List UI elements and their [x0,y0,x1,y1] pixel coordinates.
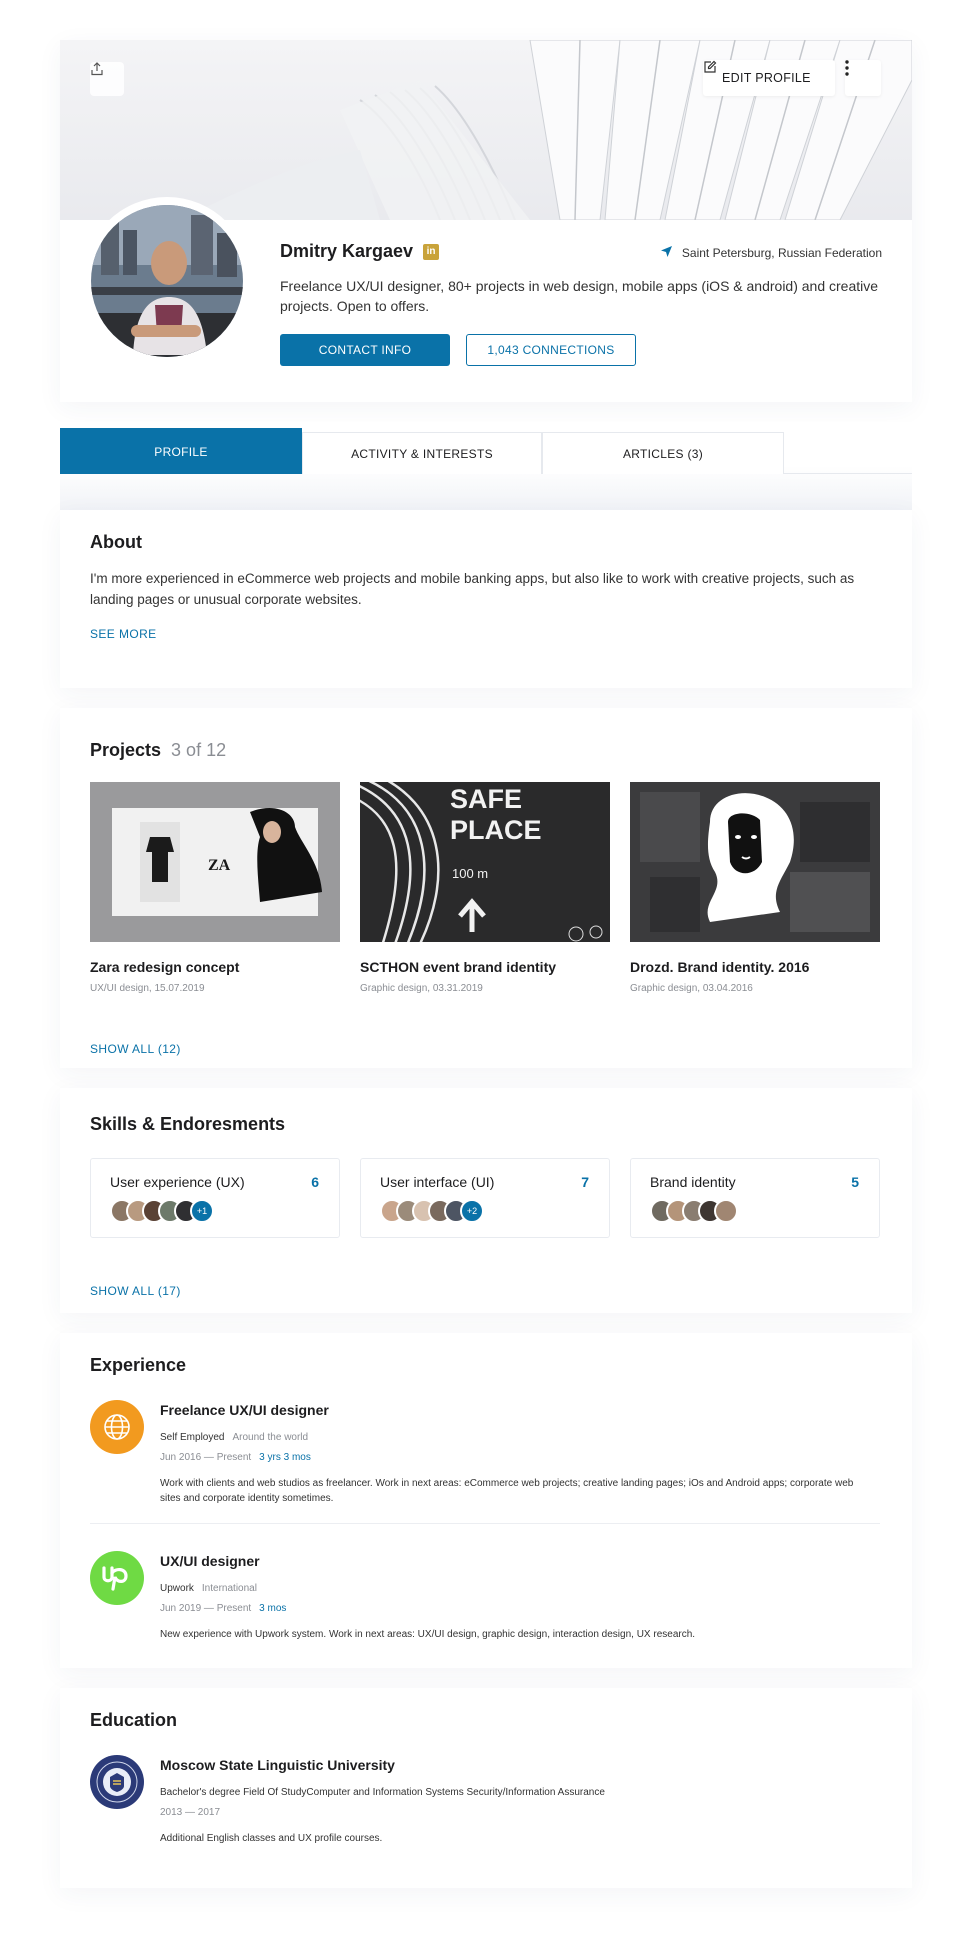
edit-profile-button[interactable]: EDIT PROFILE [703,60,835,96]
job-dates: Jun 2016 — Present 3 yrs 3 mos [160,1452,311,1463]
project-title[interactable]: Drozd. Brand identity. 2016 [630,959,880,975]
skill-name: Brand identity [650,1174,736,1190]
project-title[interactable]: Zara redesign concept [90,959,340,975]
more-options-button[interactable] [845,60,881,96]
skills-list: User experience (UX) 6 +1 User interface… [90,1158,880,1238]
job-place: International [201,1583,257,1594]
projects-count: 3 of 12 [171,740,227,760]
edit-profile-label: EDIT PROFILE [722,71,811,85]
job-dates: Jun 2019 — Present 3 mos [160,1603,286,1614]
job-duration: 3 yrs 3 mos [259,1452,311,1463]
projects-title-text: Projects [90,740,162,760]
about-text: I'm more experienced in eCommerce web pr… [90,571,855,607]
degree: Bachelor's degree Field Of StudyComputer… [160,1787,605,1798]
skills-section: Skills & Endoresments User experience (U… [60,1088,912,1313]
profile-tabs: PROFILE ACTIVITY & INTERESTS ARTICLES (3… [60,422,912,510]
profile-name: Dmitry Kargaev in [280,241,440,262]
experience-section: Experience Freelance UX/UI designer Self… [60,1333,912,1668]
skill-name: User interface (UI) [380,1174,495,1190]
skill-card-ui[interactable]: User interface (UI) 7 +2 [360,1158,610,1238]
skills-title: Skills & Endoresments [90,1114,286,1134]
project-thumbnail[interactable]: ZA [90,782,340,942]
project-thumbnail[interactable]: SAFE PLACE 100 m [360,782,610,942]
job-company: Upwork International [160,1583,257,1594]
profile-headline: Freelance UX/UI designer, 80+ projects i… [280,278,879,314]
education-years: 2013 — 2017 [160,1807,221,1818]
education-section: Education Moscow State Linguistic Univer… [60,1688,912,1888]
tab-profile[interactable]: PROFILE [60,428,302,474]
skill-card-ux[interactable]: User experience (UX) 6 +1 [90,1158,340,1238]
more-endorsers-badge[interactable]: +2 [460,1199,484,1223]
about-title: About [90,532,142,552]
upwork-logo-icon [90,1551,144,1605]
project-thumbnail[interactable] [630,782,880,942]
location-text: Saint Petersburg, Russian Federation [681,246,882,260]
distance-text: 100 m [452,866,488,881]
job-title[interactable]: UX/UI designer [160,1553,260,1569]
projects-section: Projects 3 of 12 ZA Zara redesign concept… [60,708,912,1068]
share-button[interactable] [90,62,124,96]
project-card-zara[interactable]: ZA Zara redesign concept UX/UI design, 1… [90,782,340,994]
job-title[interactable]: Freelance UX/UI designer [160,1402,329,1418]
place-text: PLACE [450,815,542,845]
avatar [714,1199,738,1223]
show-all-skills-link[interactable]: SHOW ALL (17) [90,1284,181,1298]
experience-item: Freelance UX/UI designer Self Employed Ar… [90,1400,880,1510]
linkedin-badge-icon[interactable]: in [423,243,440,260]
connections-button[interactable]: 1,043 CONNECTIONS [466,334,636,366]
project-card-scthon[interactable]: SAFE PLACE 100 m SCTHON event brand iden… [360,782,610,994]
experience-divider [90,1523,880,1524]
endorser-avatars[interactable]: +2 [380,1199,484,1223]
zara-logo-text: ZA [208,857,231,874]
company-name: Self Employed [160,1432,225,1443]
cover-image: EDIT PROFILE [60,40,912,220]
projects-title: Projects 3 of 12 [90,740,226,761]
project-meta: UX/UI design, 15.07.2019 [90,983,205,994]
endorser-avatars[interactable]: +1 [110,1199,214,1223]
project-meta: Graphic design, 03.31.2019 [360,983,483,994]
company-name: Upwork [160,1583,194,1594]
project-card-drozd[interactable]: Drozd. Brand identity. 2016 Graphic desi… [630,782,880,994]
job-date-range: Jun 2019 — Present [160,1603,252,1614]
experience-item: UX/UI designer Upwork International Jun 2… [90,1551,880,1641]
about-section: About I'm more experienced in eCommerce … [60,510,912,688]
job-description: Work with clients and web studios as fre… [160,1478,854,1504]
job-description: New experience with Upwork system. Work … [160,1629,696,1640]
more-endorsers-badge[interactable]: +1 [190,1199,214,1223]
location-arrow-icon [660,245,682,261]
tab-articles[interactable]: ARTICLES (3) [542,432,784,474]
show-all-projects-link[interactable]: SHOW ALL (12) [90,1042,181,1056]
see-more-link[interactable]: SEE MORE [90,627,157,641]
safe-text: SAFE [450,784,522,814]
avatar[interactable] [83,197,251,365]
job-duration: 3 mos [259,1603,287,1614]
education-note: Additional English classes and UX profil… [160,1833,383,1844]
job-date-range: Jun 2016 — Present [160,1452,252,1463]
school-name[interactable]: Moscow State Linguistic University [160,1757,395,1773]
skill-card-brand[interactable]: Brand identity 5 [630,1158,880,1238]
education-item: Moscow State Linguistic University Bache… [90,1755,880,1865]
contact-info-button[interactable]: CONTACT INFO [280,334,450,366]
job-company: Self Employed Around the world [160,1432,308,1443]
endorser-avatars[interactable] [650,1199,738,1223]
project-title[interactable]: SCTHON event brand identity [360,959,610,975]
skill-name: User experience (UX) [110,1174,245,1190]
skill-endorsement-count[interactable]: 5 [851,1174,859,1190]
job-place: Around the world [232,1432,309,1443]
location: Saint Petersburg, Russian Federation [660,245,882,261]
tab-activity-interests[interactable]: ACTIVITY & INTERESTS [302,432,542,474]
freelance-logo-icon [90,1400,144,1454]
skill-endorsement-count[interactable]: 7 [581,1174,589,1190]
profile-header-card: EDIT PROFILE Dmitry Kargaev in Saint Pet… [60,40,912,402]
university-logo-icon [90,1755,144,1809]
skill-endorsement-count[interactable]: 6 [311,1174,319,1190]
education-title: Education [90,1710,178,1730]
project-meta: Graphic design, 03.04.2016 [630,983,753,994]
experience-title: Experience [90,1355,187,1375]
profile-name-text: Dmitry Kargaev [280,241,414,261]
